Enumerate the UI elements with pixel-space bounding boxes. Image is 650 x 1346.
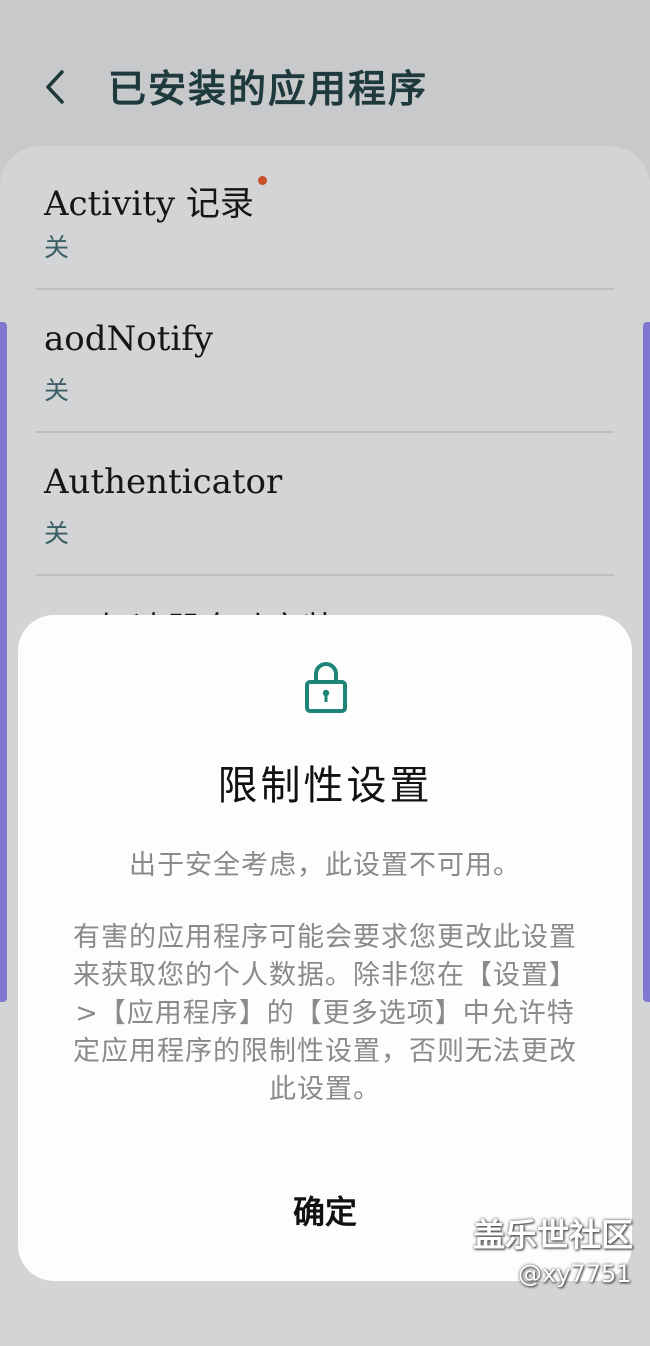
app-bar: 已安装的应用程序 bbox=[0, 0, 650, 150]
app-name: Authenticator bbox=[44, 462, 283, 502]
list-item-activity[interactable]: Activity 记录 关 bbox=[0, 146, 650, 288]
scrollbar-left bbox=[0, 322, 7, 1002]
back-button[interactable] bbox=[38, 62, 78, 112]
page-title: 已安装的应用程序 bbox=[108, 66, 429, 111]
restricted-settings-dialog: 限制性设置 出于安全考虑，此设置不可用。 有害的应用程序可能会要求您更改此设置来… bbox=[18, 615, 632, 1281]
watermark-site: 盖乐世社区 bbox=[473, 1216, 634, 1254]
ok-button[interactable]: 确定 bbox=[250, 1187, 400, 1237]
app-status: 关 bbox=[44, 519, 70, 548]
list-item-authenticator[interactable]: Authenticator 关 bbox=[0, 432, 650, 574]
chevron-left-icon bbox=[46, 70, 64, 104]
app-name: aodNotify bbox=[44, 319, 214, 359]
dialog-message: 出于安全考虑，此设置不可用。 bbox=[129, 850, 521, 881]
scrollbar[interactable] bbox=[643, 322, 650, 1002]
app-status: 关 bbox=[44, 376, 70, 405]
list-item-aodnotify[interactable]: aodNotify 关 bbox=[0, 289, 650, 431]
app-status: 关 bbox=[44, 233, 70, 262]
dialog-detail: 有害的应用程序可能会要求您更改此设置来获取您的个人数据。除非您在【设置】>【应用… bbox=[73, 922, 577, 1105]
watermark-user: @xy7751 bbox=[518, 1260, 632, 1288]
dialog-title: 限制性设置 bbox=[217, 763, 433, 809]
app-name: Activity 记录 bbox=[44, 184, 254, 224]
lock-icon bbox=[305, 662, 347, 713]
divider bbox=[36, 574, 614, 576]
notification-dot bbox=[257, 176, 267, 185]
